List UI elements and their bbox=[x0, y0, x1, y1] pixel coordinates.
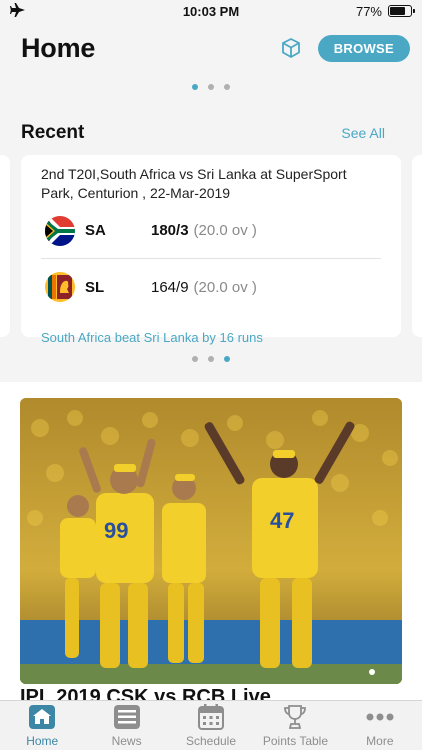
status-bar: 10:03 PM 77% bbox=[0, 0, 422, 22]
team-score: 180/3 bbox=[151, 222, 189, 239]
pager-dot[interactable] bbox=[224, 84, 230, 90]
news-icon bbox=[112, 703, 142, 731]
trophy-icon bbox=[280, 703, 310, 731]
battery-percent: 77% bbox=[355, 3, 382, 19]
news-section: 99 47 IPL 2019 CSK vs RCB Live bbox=[0, 382, 422, 708]
tab-home[interactable]: Home bbox=[0, 701, 84, 750]
browse-button[interactable]: BROWSE bbox=[317, 34, 410, 62]
airplane-icon bbox=[10, 2, 26, 20]
match-card[interactable]: 2nd T20I,South Africa vs Sri Lanka at Su… bbox=[21, 155, 401, 345]
tab-schedule[interactable]: Schedule bbox=[169, 701, 253, 750]
calendar-icon bbox=[196, 703, 226, 731]
south-africa-flag-icon bbox=[45, 215, 75, 246]
next-card-peek[interactable] bbox=[412, 155, 422, 337]
tab-label: Points Table bbox=[262, 734, 328, 748]
header: Home BROWSE bbox=[0, 28, 422, 68]
tab-label: Schedule bbox=[185, 734, 237, 748]
battery-icon bbox=[388, 5, 415, 17]
pager-dot[interactable] bbox=[208, 84, 214, 90]
team-overs: (20.0 ov ) bbox=[193, 222, 257, 239]
recent-pager[interactable] bbox=[0, 356, 422, 362]
pager-dot[interactable] bbox=[208, 356, 214, 362]
jersey-number-left: 99 bbox=[104, 518, 128, 543]
match-result: South Africa beat Sri Lanka by 16 runs bbox=[41, 330, 263, 345]
tab-label: Home bbox=[26, 734, 59, 748]
tab-news[interactable]: News bbox=[84, 701, 168, 750]
recent-section-header: Recent See All bbox=[21, 122, 385, 144]
banner-pager[interactable] bbox=[0, 84, 422, 90]
tab-label: News bbox=[111, 734, 142, 748]
match-description: 2nd T20I,South Africa vs Sri Lanka at Su… bbox=[41, 166, 347, 201]
cube-icon[interactable] bbox=[278, 35, 304, 61]
more-icon bbox=[365, 703, 395, 731]
tab-more[interactable]: More bbox=[338, 701, 422, 750]
page-title: Home bbox=[21, 32, 96, 63]
sri-lanka-flag-icon bbox=[45, 272, 75, 302]
team-row-sa: SA 180/3 (20.0 ov ) bbox=[41, 203, 381, 259]
pager-dot[interactable] bbox=[192, 84, 198, 90]
team-code: SA bbox=[85, 222, 106, 239]
see-all-link[interactable]: See All bbox=[341, 125, 385, 141]
jersey-number-right: 47 bbox=[270, 508, 294, 533]
team-overs: (20.0 ov ) bbox=[193, 278, 257, 296]
previous-card-peek[interactable] bbox=[0, 155, 10, 337]
pager-dot[interactable] bbox=[192, 356, 198, 362]
team-row-sl: SL 164/9 (20.0 ov ) bbox=[41, 259, 381, 315]
tab-label: More bbox=[366, 734, 394, 748]
tab-points-table[interactable]: Points Table bbox=[253, 701, 337, 750]
tab-bar: Home News Schedule Points Table More bbox=[0, 700, 422, 750]
section-title: Recent bbox=[21, 122, 85, 143]
team-code: SL bbox=[85, 278, 105, 296]
team-score: 164/9 bbox=[151, 278, 189, 296]
pager-dot[interactable] bbox=[224, 356, 230, 362]
news-image[interactable]: 99 47 bbox=[20, 398, 402, 684]
home-icon bbox=[27, 703, 57, 731]
